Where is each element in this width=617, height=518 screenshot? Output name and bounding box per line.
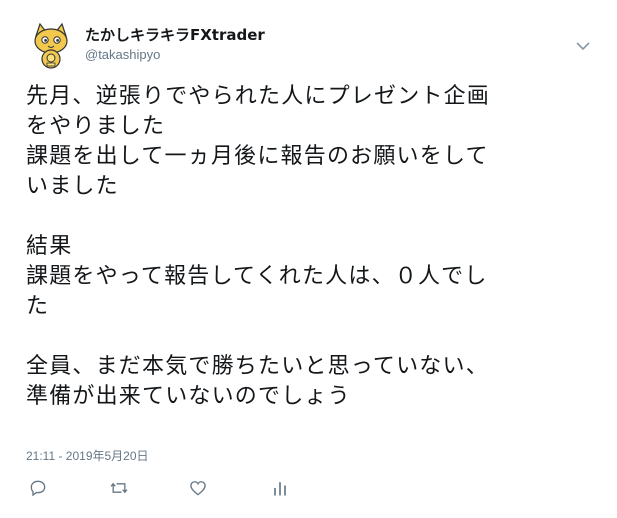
tweet-actions [26, 478, 326, 502]
author-handle[interactable]: @takashipyo [85, 47, 160, 62]
cartoon-cat-icon [26, 20, 76, 70]
reply-icon[interactable] [28, 478, 52, 502]
chevron-down-icon[interactable] [576, 36, 590, 51]
author-name[interactable]: たかしキラキラFXtrader [85, 24, 265, 45]
retweet-icon[interactable] [108, 478, 132, 502]
tweet-timestamp[interactable]: 21:11 - 2019年5月20日 [26, 447, 149, 464]
tweet-header: たかしキラキラFXtrader @takashipyo [26, 20, 596, 70]
analytics-icon[interactable] [270, 478, 294, 502]
tweet-text: 先月、逆張りでやられた人にプレゼント企画 をやりました 課題を出して一ヵ月後に報… [26, 84, 491, 409]
avatar[interactable] [26, 20, 76, 70]
heart-icon[interactable] [188, 478, 212, 502]
